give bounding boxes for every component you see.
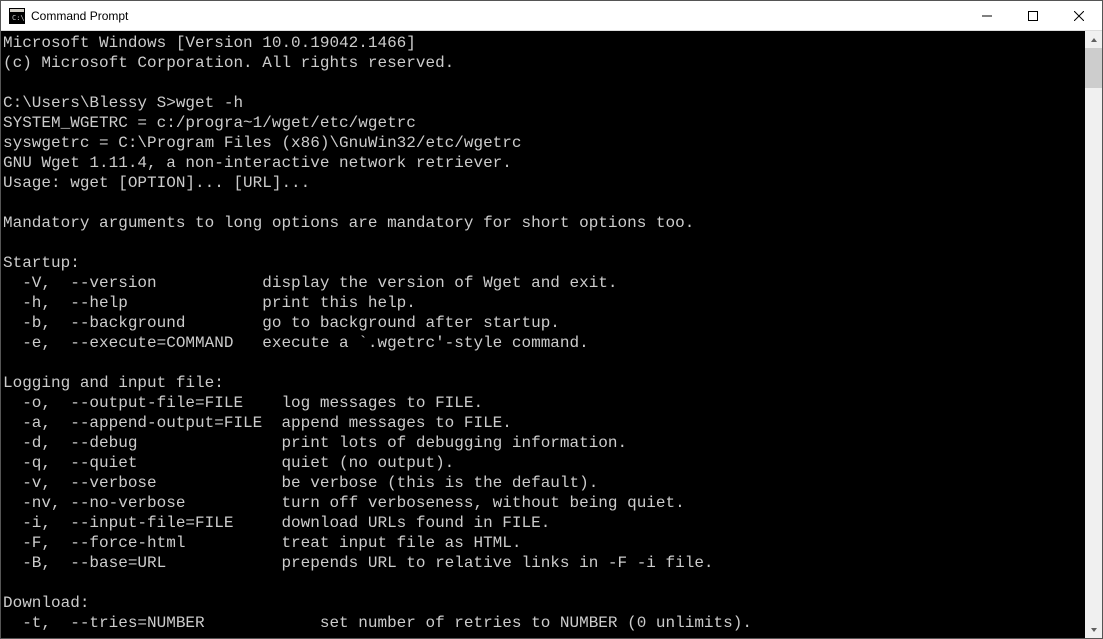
terminal-line: -b, --background go to background after … (3, 314, 560, 332)
terminal-line: -t, --tries=NUMBER set number of retries… (3, 614, 752, 632)
terminal-line: -V, --version display the version of Wge… (3, 274, 618, 292)
svg-text:C:\: C:\ (12, 14, 25, 22)
terminal-line: (c) Microsoft Corporation. All rights re… (3, 54, 454, 72)
terminal-line: -h, --help print this help. (3, 294, 416, 312)
minimize-button[interactable] (964, 1, 1010, 30)
terminal-line: -v, --verbose be verbose (this is the de… (3, 474, 598, 492)
terminal-line: -nv, --no-verbose turn off verboseness, … (3, 494, 685, 512)
terminal-output[interactable]: Microsoft Windows [Version 10.0.19042.14… (1, 31, 1085, 638)
terminal-line: GNU Wget 1.11.4, a non-interactive netwo… (3, 154, 512, 172)
terminal-line: -o, --output-file=FILE log messages to F… (3, 394, 483, 412)
terminal-line: Download: (3, 594, 89, 612)
app-icon: C:\ (9, 8, 25, 24)
scrollbar-thumb[interactable] (1085, 48, 1102, 88)
terminal-line: C:\Users\Blessy S>wget -h (3, 94, 243, 112)
terminal-line: -F, --force-html treat input file as HTM… (3, 534, 521, 552)
window-frame: C:\ Command Prompt Microsoft Windows [Ve… (0, 0, 1103, 639)
terminal-line: Microsoft Windows [Version 10.0.19042.14… (3, 34, 416, 52)
window-title: Command Prompt (31, 9, 964, 23)
terminal-line: -q, --quiet quiet (no output). (3, 454, 454, 472)
close-button[interactable] (1056, 1, 1102, 30)
maximize-button[interactable] (1010, 1, 1056, 30)
terminal-line: -B, --base=URL prepends URL to relative … (3, 554, 714, 572)
terminal-line: Startup: (3, 254, 80, 272)
scroll-down-button[interactable] (1085, 621, 1102, 638)
terminal-line: -i, --input-file=FILE download URLs foun… (3, 514, 550, 532)
client-area: Microsoft Windows [Version 10.0.19042.14… (1, 31, 1102, 638)
window-controls (964, 1, 1102, 30)
terminal-line: syswgetrc = C:\Program Files (x86)\GnuWi… (3, 134, 521, 152)
terminal-line: -a, --append-output=FILE append messages… (3, 414, 512, 432)
titlebar[interactable]: C:\ Command Prompt (1, 1, 1102, 31)
terminal-line: -e, --execute=COMMAND execute a `.wgetrc… (3, 334, 589, 352)
scroll-up-button[interactable] (1085, 31, 1102, 48)
vertical-scrollbar[interactable] (1085, 31, 1102, 638)
terminal-line: -d, --debug print lots of debugging info… (3, 434, 627, 452)
terminal-line: Logging and input file: (3, 374, 224, 392)
terminal-line: SYSTEM_WGETRC = c:/progra~1/wget/etc/wge… (3, 114, 416, 132)
terminal-line: Mandatory arguments to long options are … (3, 214, 694, 232)
terminal-line: Usage: wget [OPTION]... [URL]... (3, 174, 310, 192)
